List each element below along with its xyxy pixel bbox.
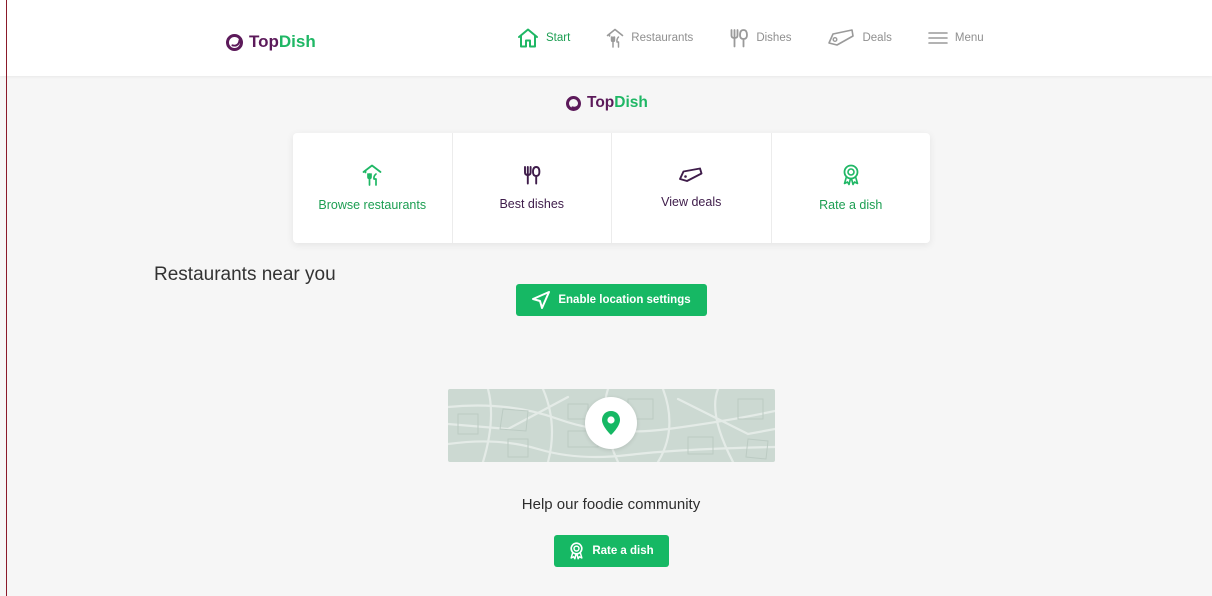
action-view-deals[interactable]: View deals — [612, 133, 772, 243]
logo-text-dish: Dish — [278, 32, 316, 51]
community-text: Help our foodie community — [521, 496, 701, 513]
nav-item-label: Dishes — [756, 32, 792, 44]
nav-item-label: Deals — [862, 32, 892, 44]
action-label: Best dishes — [499, 197, 565, 211]
enable-location-button[interactable]: Enable location settings — [516, 284, 707, 316]
action-label: View deals — [661, 195, 722, 209]
top-navbar: TopDish Start Restaurants Dishes Deals M… — [0, 0, 1212, 76]
action-rate-dish[interactable]: Rate a dish — [772, 133, 931, 243]
action-browse-restaurants[interactable]: Browse restaurants — [293, 133, 453, 243]
action-label: Rate a dish — [819, 198, 883, 212]
logo-text-top: Top — [249, 32, 279, 51]
cutlery-icon — [730, 29, 749, 48]
cutlery-icon — [523, 166, 541, 185]
restaurant-icon — [606, 28, 624, 48]
main-nav: Start Restaurants Dishes Deals Menu — [517, 28, 1020, 48]
location-arrow-icon — [532, 291, 551, 309]
hamburger-icon — [928, 32, 948, 44]
window-edge-line — [6, 0, 7, 596]
logo-text-top: Top — [587, 94, 615, 111]
home-icon — [518, 28, 538, 48]
topdish-logo[interactable]: TopDish — [226, 32, 316, 52]
topdish-logo-icon — [226, 33, 243, 51]
quick-actions-card: Browse restaurants Best dishes View deal… — [293, 133, 930, 243]
nav-item-menu[interactable]: Menu — [928, 31, 984, 45]
nav-item-label: Start — [546, 32, 571, 44]
action-best-dishes[interactable]: Best dishes — [453, 133, 612, 243]
map-pin-icon — [602, 411, 620, 435]
topdish-logo-icon — [566, 95, 581, 111]
award-icon — [570, 542, 583, 560]
map-pin-badge[interactable] — [585, 397, 637, 449]
section-title: Restaurants near you — [154, 264, 336, 285]
tag-icon — [828, 29, 855, 46]
topdish-logo-center[interactable]: TopDish — [566, 94, 648, 112]
award-icon — [843, 164, 859, 186]
tag-icon — [679, 167, 703, 182]
rate-dish-button[interactable]: Rate a dish — [554, 535, 669, 567]
action-label: Browse restaurants — [318, 198, 427, 212]
rate-dish-label: Rate a dish — [592, 545, 654, 557]
enable-location-label: Enable location settings — [558, 294, 691, 306]
nav-item-start[interactable]: Start — [517, 28, 570, 48]
nav-item-restaurants[interactable]: Restaurants — [606, 28, 693, 48]
nav-item-label: Restaurants — [631, 32, 694, 44]
nav-item-dishes[interactable]: Dishes — [729, 28, 791, 48]
nav-item-deals[interactable]: Deals — [827, 28, 892, 48]
logo-text-dish: Dish — [614, 94, 648, 111]
nav-item-label: Menu — [954, 32, 984, 44]
restaurant-icon — [362, 164, 382, 186]
